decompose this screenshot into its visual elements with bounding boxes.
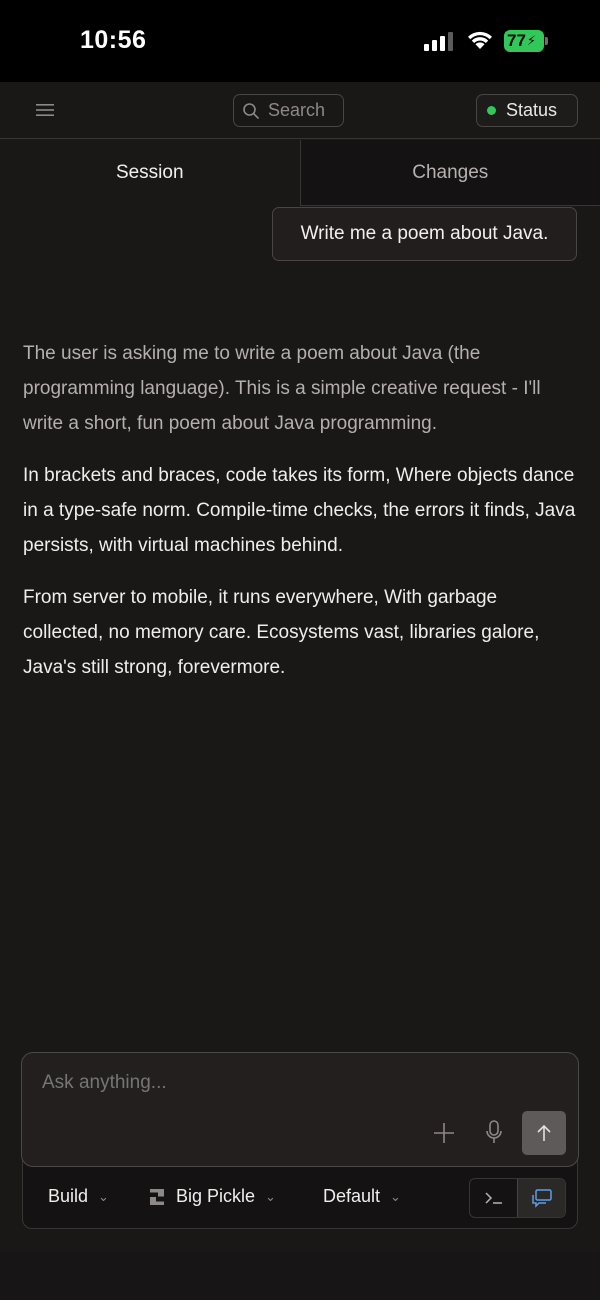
terminal-icon (484, 1192, 502, 1204)
battery-indicator: 77 ⚡ (504, 30, 544, 52)
battery-cap (545, 37, 548, 45)
plus-icon[interactable] (432, 1121, 456, 1145)
search-icon (243, 102, 259, 119)
wifi-icon (468, 31, 492, 49)
cellular-signal-icon (424, 32, 453, 51)
clock: 10:56 (80, 26, 147, 54)
assistant-response: The user is asking me to write a poem ab… (23, 336, 579, 702)
status-button[interactable]: Status (476, 94, 578, 127)
send-button[interactable] (522, 1111, 566, 1155)
variant-label: Default (323, 1186, 381, 1206)
status-label: Status (506, 100, 558, 120)
agent-selector[interactable]: Build ⌄ (48, 1186, 109, 1207)
chevron-down-icon: ⌄ (265, 1188, 276, 1204)
search-label: Search (268, 100, 326, 120)
tab-session[interactable]: Session (0, 140, 300, 206)
home-indicator-area (0, 1252, 600, 1300)
arrow-up-icon (537, 1124, 551, 1141)
hamburger-icon[interactable] (32, 100, 58, 120)
user-message-bubble: Write me a poem about Java. (272, 207, 577, 261)
terminal-mode-button[interactable] (470, 1179, 517, 1217)
status-dot (487, 106, 496, 115)
poem-stanza: From server to mobile, it runs everywher… (23, 587, 540, 678)
charging-bolt-icon: ⚡ (526, 33, 537, 48)
battery-level: 77 (507, 31, 526, 50)
chevron-down-icon: ⌄ (98, 1188, 109, 1204)
tab-changes[interactable]: Changes (299, 140, 600, 206)
composer (21, 1052, 579, 1167)
top-toolbar: Search Status (0, 82, 600, 139)
model-label: Big Pickle (176, 1186, 256, 1206)
tab-bar: Session Changes (0, 140, 600, 206)
user-message-text: Write me a poem about Java. (300, 223, 549, 244)
search-button[interactable]: Search (233, 94, 344, 127)
model-selector[interactable]: Big Pickle ⌄ (150, 1186, 276, 1207)
agent-label: Build (48, 1186, 89, 1206)
chat-mode-button[interactable] (517, 1179, 565, 1217)
chat-icon (531, 1189, 552, 1208)
chevron-down-icon: ⌄ (390, 1188, 401, 1204)
mode-toggle (469, 1178, 566, 1218)
variant-selector[interactable]: Default ⌄ (323, 1186, 401, 1207)
poem-stanza: In brackets and braces, code takes its f… (23, 465, 576, 556)
device-status-bar: 10:56 77 ⚡ (0, 0, 600, 82)
reasoning-text: The user is asking me to write a poem ab… (23, 343, 541, 434)
microphone-icon[interactable] (484, 1119, 504, 1147)
message-input[interactable] (40, 1071, 420, 1095)
model-provider-icon (150, 1188, 164, 1205)
